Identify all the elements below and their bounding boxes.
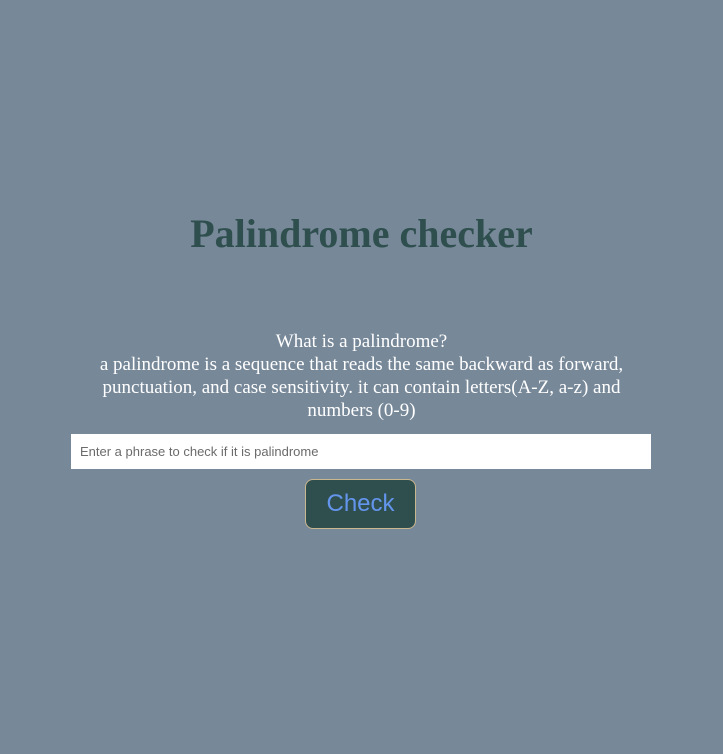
description-line-1: a palindrome is a sequence that reads th… (99, 354, 624, 375)
description-heading: What is a palindrome? (275, 331, 448, 352)
page-title: Palindrome checker (190, 211, 533, 256)
description-line-3: numbers (0-9) (307, 400, 416, 421)
phrase-input[interactable] (71, 434, 651, 469)
check-button[interactable]: Check (305, 479, 416, 529)
description-line-2: punctuation, and case sensitivity. it ca… (102, 377, 621, 398)
palindrome-description: What is a palindrome? a palindrome is a … (78, 330, 645, 422)
